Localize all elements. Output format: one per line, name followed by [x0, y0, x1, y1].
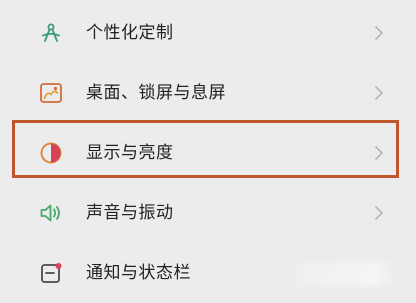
settings-list: 个性化定制 桌面、锁屏与息屏 显示与亮度 声音与振动 通知与状态栏	[0, 0, 416, 295]
chevron-right-icon	[372, 144, 386, 162]
settings-item-label: 通知与状态栏	[86, 263, 191, 283]
wallpaper-icon	[38, 80, 64, 106]
settings-item-label: 声音与振动	[86, 203, 174, 223]
brightness-icon	[38, 140, 64, 166]
settings-item-label: 显示与亮度	[86, 143, 174, 163]
watermark-blur	[286, 262, 398, 286]
speaker-icon	[38, 200, 64, 226]
settings-item-personalize[interactable]: 个性化定制	[0, 3, 416, 63]
settings-item-sound-vibration[interactable]: 声音与振动	[0, 183, 416, 243]
chevron-right-icon	[372, 24, 386, 42]
notification-icon	[38, 260, 64, 286]
settings-item-display-brightness[interactable]: 显示与亮度	[0, 123, 416, 183]
settings-item-label: 个性化定制	[86, 23, 174, 43]
chevron-right-icon	[372, 204, 386, 222]
personalize-icon	[38, 20, 64, 46]
settings-item-desktop-lockscreen[interactable]: 桌面、锁屏与息屏	[0, 63, 416, 123]
settings-item-label: 桌面、锁屏与息屏	[86, 83, 226, 103]
chevron-right-icon	[372, 84, 386, 102]
